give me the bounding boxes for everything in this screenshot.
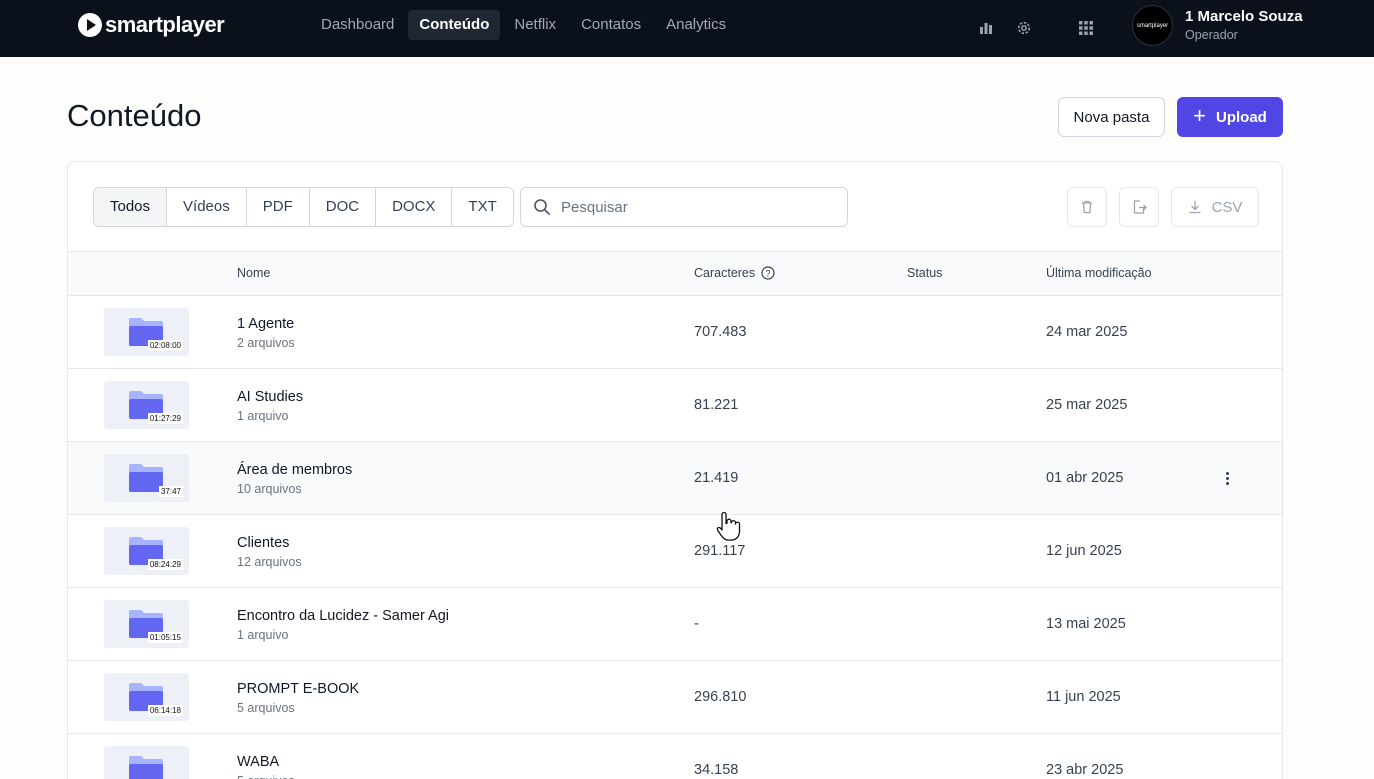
row-file-count: 1 arquivo (237, 628, 289, 642)
folder-thumbnail[interactable]: 37:47 (104, 454, 189, 502)
row-modified: 11 jun 2025 (1046, 689, 1121, 705)
folder-icon (129, 756, 163, 779)
table-row[interactable]: 01:27:29 AI Studies 1 arquivo 81.221 25 mar … (68, 369, 1282, 442)
csv-label: CSV (1211, 198, 1243, 216)
column-name[interactable]: Nome (237, 266, 270, 280)
table-row[interactable]: 37:47 Área de membros 10 arquivos 21.419 01 … (68, 442, 1282, 515)
row-name[interactable]: Clientes (237, 535, 289, 551)
row-chars: 81.221 (694, 397, 739, 413)
avatar[interactable]: smartplayer (1132, 5, 1173, 46)
row-name[interactable]: Área de membros (237, 462, 352, 478)
more-options-icon[interactable] (1217, 468, 1237, 488)
delete-button[interactable] (1067, 187, 1107, 227)
download-icon (1189, 201, 1201, 214)
row-chars: 21.419 (694, 470, 739, 486)
row-file-count: 2 arquivos (237, 336, 295, 350)
row-modified: 01 abr 2025 (1046, 470, 1124, 486)
content-card: Todos Vídeos PDF DOC DOCX TXT CSV Nome C… (67, 161, 1283, 779)
folder-thumbnail[interactable]: 08:24:29 (104, 527, 189, 575)
folder-thumbnail[interactable]: 01:05:15 (104, 600, 189, 648)
column-status[interactable]: Status (907, 266, 942, 280)
row-modified: 13 mai 2025 (1046, 616, 1126, 632)
avatar-text: smartplayer (1136, 22, 1169, 29)
filter-pdf[interactable]: PDF (246, 188, 310, 226)
row-name[interactable]: Encontro da Lucidez - Samer Agi (237, 608, 449, 624)
top-navbar: smartplayer Dashboard Conteúdo Netflix C… (0, 0, 1374, 57)
row-chars: 291.117 (694, 543, 746, 559)
csv-download-button[interactable]: CSV (1171, 187, 1259, 227)
row-file-count: 5 arquivos (237, 774, 295, 779)
duration-badge: 08:24:29 (147, 559, 183, 570)
table-row[interactable]: 02:08:00 1 Agente 2 arquivos 707.483 24 mar … (68, 296, 1282, 369)
move-button[interactable] (1119, 187, 1159, 227)
type-filter-group: Todos Vídeos PDF DOC DOCX TXT (93, 187, 514, 227)
row-chars: 296.810 (694, 689, 747, 705)
folder-thumbnail[interactable]: 01:27:29 (104, 381, 189, 429)
table-row[interactable]: 01:05:15 Encontro da Lucidez - Samer Agi 1… (68, 588, 1282, 661)
row-name[interactable]: 1 Agente (237, 316, 294, 332)
column-chars[interactable]: Caracteres ? (694, 266, 775, 280)
row-file-count: 5 arquivos (237, 701, 295, 715)
svg-text:?: ? (766, 268, 771, 278)
row-name[interactable]: AI Studies (237, 389, 303, 405)
row-chars: - (694, 616, 699, 632)
new-folder-button[interactable]: Nova pasta (1058, 97, 1165, 137)
search-input[interactable] (561, 197, 831, 217)
page-title: Conteúdo (67, 98, 202, 133)
bar-chart-icon[interactable] (973, 15, 999, 41)
duration-badge: 01:05:15 (147, 632, 183, 643)
table-header: Nome Caracteres ? Status Última modifica… (68, 251, 1282, 296)
duration-badge: 02:08:00 (147, 340, 183, 351)
nav-dashboard[interactable]: Dashboard (310, 10, 405, 40)
filter-todos[interactable]: Todos (94, 188, 168, 226)
row-chars: 34.158 (694, 762, 739, 778)
duration-badge: 01:27:29 (147, 413, 183, 424)
table-row[interactable]: WABA 5 arquivos 34.158 23 abr 2025 (68, 734, 1282, 779)
row-file-count: 1 arquivo (237, 409, 289, 423)
table-row[interactable]: 08:24:29 Clientes 12 arquivos 291.117 12 jun… (68, 515, 1282, 588)
hand-cursor-icon (716, 510, 742, 544)
row-chars: 707.483 (694, 324, 747, 340)
nav-analytics[interactable]: Analytics (655, 10, 737, 40)
brand-name: smartplayer (105, 12, 225, 37)
trash-icon (1082, 200, 1092, 214)
folder-thumbnail[interactable] (104, 746, 189, 779)
plus-icon: + (1193, 103, 1206, 128)
filter-docx[interactable]: DOCX (376, 188, 453, 226)
upload-button[interactable]: + Upload (1177, 97, 1283, 137)
nav-netflix[interactable]: Netflix (503, 10, 567, 40)
folder-thumbnail[interactable]: 02:08:00 (104, 308, 189, 356)
apps-grid-icon[interactable] (1073, 15, 1099, 41)
row-file-count: 12 arquivos (237, 555, 302, 569)
gear-icon[interactable] (1011, 15, 1037, 41)
nav-contatos[interactable]: Contatos (570, 10, 652, 40)
play-logo-icon (78, 13, 102, 37)
filter-doc[interactable]: DOC (309, 188, 377, 226)
filter-txt[interactable]: TXT (452, 188, 513, 226)
row-modified: 24 mar 2025 (1046, 324, 1128, 340)
file-export-icon (1133, 200, 1147, 214)
user-role: Operador (1185, 28, 1238, 42)
table-row[interactable]: 06:14:18 PROMPT E-BOOK 5 arquivos 296.810 11… (68, 661, 1282, 734)
search-icon (533, 198, 551, 221)
row-modified: 23 abr 2025 (1046, 762, 1124, 778)
filter-videos[interactable]: Vídeos (167, 188, 247, 226)
row-name[interactable]: PROMPT E-BOOK (237, 681, 359, 697)
row-modified: 12 jun 2025 (1046, 543, 1122, 559)
duration-badge: 37:47 (158, 486, 183, 497)
help-icon: ? (761, 266, 775, 280)
search-box (520, 187, 848, 227)
brand-logo[interactable]: smartplayer (78, 12, 225, 38)
nav-conteudo[interactable]: Conteúdo (408, 10, 501, 40)
row-name[interactable]: WABA (237, 754, 279, 770)
folder-thumbnail[interactable]: 06:14:18 (104, 673, 189, 721)
row-modified: 25 mar 2025 (1046, 397, 1128, 413)
duration-badge: 06:14:18 (147, 705, 183, 716)
user-name[interactable]: 1 Marcelo Souza (1185, 8, 1303, 25)
upload-label: Upload (1216, 108, 1267, 126)
main-nav: Dashboard Conteúdo Netflix Contatos Anal… (310, 10, 737, 40)
row-file-count: 10 arquivos (237, 482, 302, 496)
column-modified[interactable]: Última modificação (1046, 266, 1152, 280)
